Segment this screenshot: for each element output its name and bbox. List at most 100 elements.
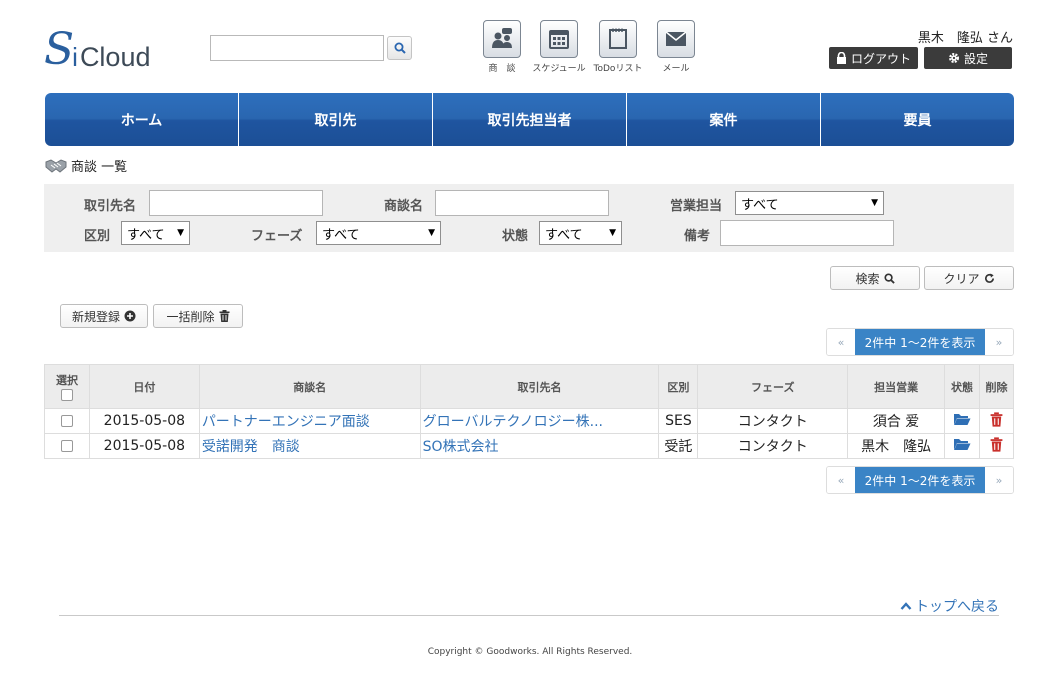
pager-prev[interactable]: « — [827, 329, 855, 355]
col-delete: 削除 — [978, 364, 1015, 409]
nav-home[interactable]: ホーム — [45, 93, 238, 146]
header-search-button[interactable] — [387, 36, 412, 60]
sales-select[interactable]: すべて ▼ — [735, 191, 884, 215]
quick-label: メール — [662, 64, 690, 74]
nav-staff[interactable]: 要員 — [820, 93, 1014, 146]
pager-info[interactable]: 2件中 1～2件を表示 — [855, 467, 985, 493]
search-icon — [394, 42, 406, 54]
bulk-delete-label: 一括削除 — [166, 309, 215, 324]
col-status: 状態 — [944, 364, 980, 409]
quick-mail[interactable]: メール — [646, 20, 706, 74]
table-row: 2015-05-08 受諾開発 商談 SO株式会社 受託 コンタクト 黒木 隆弘 — [44, 433, 1015, 459]
col-phase[interactable]: フェーズ — [697, 364, 849, 409]
notepad-icon — [609, 28, 627, 49]
quick-todo[interactable]: ToDoリスト — [588, 20, 648, 74]
results-table: 選択 日付 商談名 取引先名 区別 フェーズ 担当営業 状態 削除 2015-0… — [44, 364, 1015, 459]
quick-schedule[interactable]: スケジュール — [529, 20, 589, 74]
main-nav: ホーム 取引先 取引先担当者 案件 要員 — [45, 93, 1014, 146]
folder-open-icon[interactable] — [953, 437, 971, 451]
client-label: 取引先名 — [84, 199, 137, 214]
sicloud-logo[interactable]: S i Cloud — [44, 24, 150, 75]
pager-bottom: « 2件中 1～2件を表示 » — [826, 466, 1014, 494]
back-to-top-link[interactable]: トップへ戻る — [900, 596, 999, 616]
row-phase: コンタクト — [697, 408, 849, 434]
phase-label: フェーズ — [251, 229, 303, 244]
select-all-checkbox[interactable] — [60, 389, 73, 401]
handshake-icon — [45, 158, 67, 173]
gear-icon — [948, 53, 959, 63]
status-select[interactable]: すべて ▼ — [539, 221, 622, 245]
calendar-icon — [549, 30, 569, 49]
clear-button[interactable]: クリア — [924, 266, 1014, 290]
quick-label: 商 談 — [488, 64, 516, 74]
row-sales: 黒木 隆弘 — [847, 433, 946, 459]
category-select[interactable]: すべて ▼ — [121, 221, 190, 245]
status-label: 状態 — [502, 229, 529, 244]
note-label: 備考 — [684, 229, 711, 244]
logout-button[interactable]: ログアウト — [829, 47, 918, 69]
row-phase: コンタクト — [697, 433, 849, 459]
sales-label: 営業担当 — [670, 199, 723, 214]
logout-label: ログアウト — [850, 51, 911, 66]
pager-next[interactable]: » — [985, 329, 1013, 355]
deal-name-input[interactable] — [435, 190, 609, 216]
pager-info[interactable]: 2件中 1～2件を表示 — [855, 329, 985, 355]
row-client-link[interactable]: SO株式会社 — [419, 433, 660, 459]
pager-prev[interactable]: « — [827, 467, 855, 493]
row-select-cell — [44, 408, 90, 434]
quick-negotiation[interactable]: 商 談 — [472, 20, 532, 74]
table-header-row: 選択 日付 商談名 取引先名 区別 フェーズ 担当営業 状態 削除 — [44, 364, 1015, 409]
phase-select[interactable]: すべて ▼ — [316, 221, 441, 245]
copyright: Copyright © Goodworks. All Rights Reserv… — [427, 647, 633, 657]
caret-down-icon: ▼ — [177, 228, 184, 238]
user-name: 黒木 隆弘 さん — [917, 31, 1013, 46]
row-date: 2015-05-08 — [88, 433, 200, 459]
col-category[interactable]: 区別 — [658, 364, 699, 409]
row-deal-link[interactable]: 受諾開発 商談 — [198, 433, 421, 459]
status-select-value: すべて — [545, 227, 583, 243]
row-checkbox[interactable] — [60, 415, 73, 427]
col-deal-name[interactable]: 商談名 — [198, 364, 421, 409]
header-search-input[interactable] — [210, 35, 384, 61]
new-register-button[interactable]: 新規登録 — [60, 304, 148, 328]
back-to-top-label: トップへ戻る — [915, 599, 999, 615]
row-status-cell — [944, 433, 980, 459]
row-deal-link[interactable]: パートナーエンジニア面談 — [198, 408, 421, 434]
page-title: 商談 一覧 — [45, 156, 127, 175]
search-button-label: 検索 — [855, 271, 880, 286]
settings-button[interactable]: 設定 — [924, 47, 1012, 69]
nav-projects[interactable]: 案件 — [626, 93, 820, 146]
quick-label: スケジュール — [532, 64, 586, 74]
row-client-link[interactable]: グローバルテクノロジー株... — [419, 408, 660, 434]
refresh-icon — [984, 272, 994, 283]
nav-client-contacts[interactable]: 取引先担当者 — [432, 93, 626, 146]
trash-icon[interactable] — [990, 436, 1003, 452]
pager-top: « 2件中 1～2件を表示 » — [826, 328, 1014, 356]
quick-label: ToDoリスト — [593, 64, 643, 74]
folder-open-icon[interactable] — [953, 412, 971, 426]
row-date: 2015-05-08 — [88, 408, 200, 434]
footer-divider — [59, 615, 999, 616]
envelope-icon — [665, 31, 687, 46]
pager-next[interactable]: » — [985, 467, 1013, 493]
trash-icon — [219, 310, 229, 322]
note-input[interactable] — [720, 220, 894, 246]
deal-label: 商談名 — [384, 199, 424, 214]
col-date[interactable]: 日付 — [88, 364, 200, 409]
row-checkbox[interactable] — [60, 440, 73, 452]
bulk-delete-button[interactable]: 一括削除 — [153, 304, 243, 328]
search-icon — [883, 272, 895, 284]
col-select-label: 選択 — [55, 374, 78, 387]
client-name-input[interactable] — [149, 190, 323, 216]
logo-s: S — [44, 24, 75, 75]
col-client-name[interactable]: 取引先名 — [419, 364, 660, 409]
trash-icon[interactable] — [990, 411, 1003, 427]
new-register-label: 新規登録 — [71, 309, 120, 324]
row-delete-cell — [978, 408, 1015, 434]
lock-icon — [836, 52, 846, 64]
col-select: 選択 — [44, 364, 90, 409]
search-button[interactable]: 検索 — [830, 266, 920, 290]
row-select-cell — [44, 433, 90, 459]
col-sales[interactable]: 担当営業 — [847, 364, 946, 409]
nav-clients[interactable]: 取引先 — [238, 93, 432, 146]
